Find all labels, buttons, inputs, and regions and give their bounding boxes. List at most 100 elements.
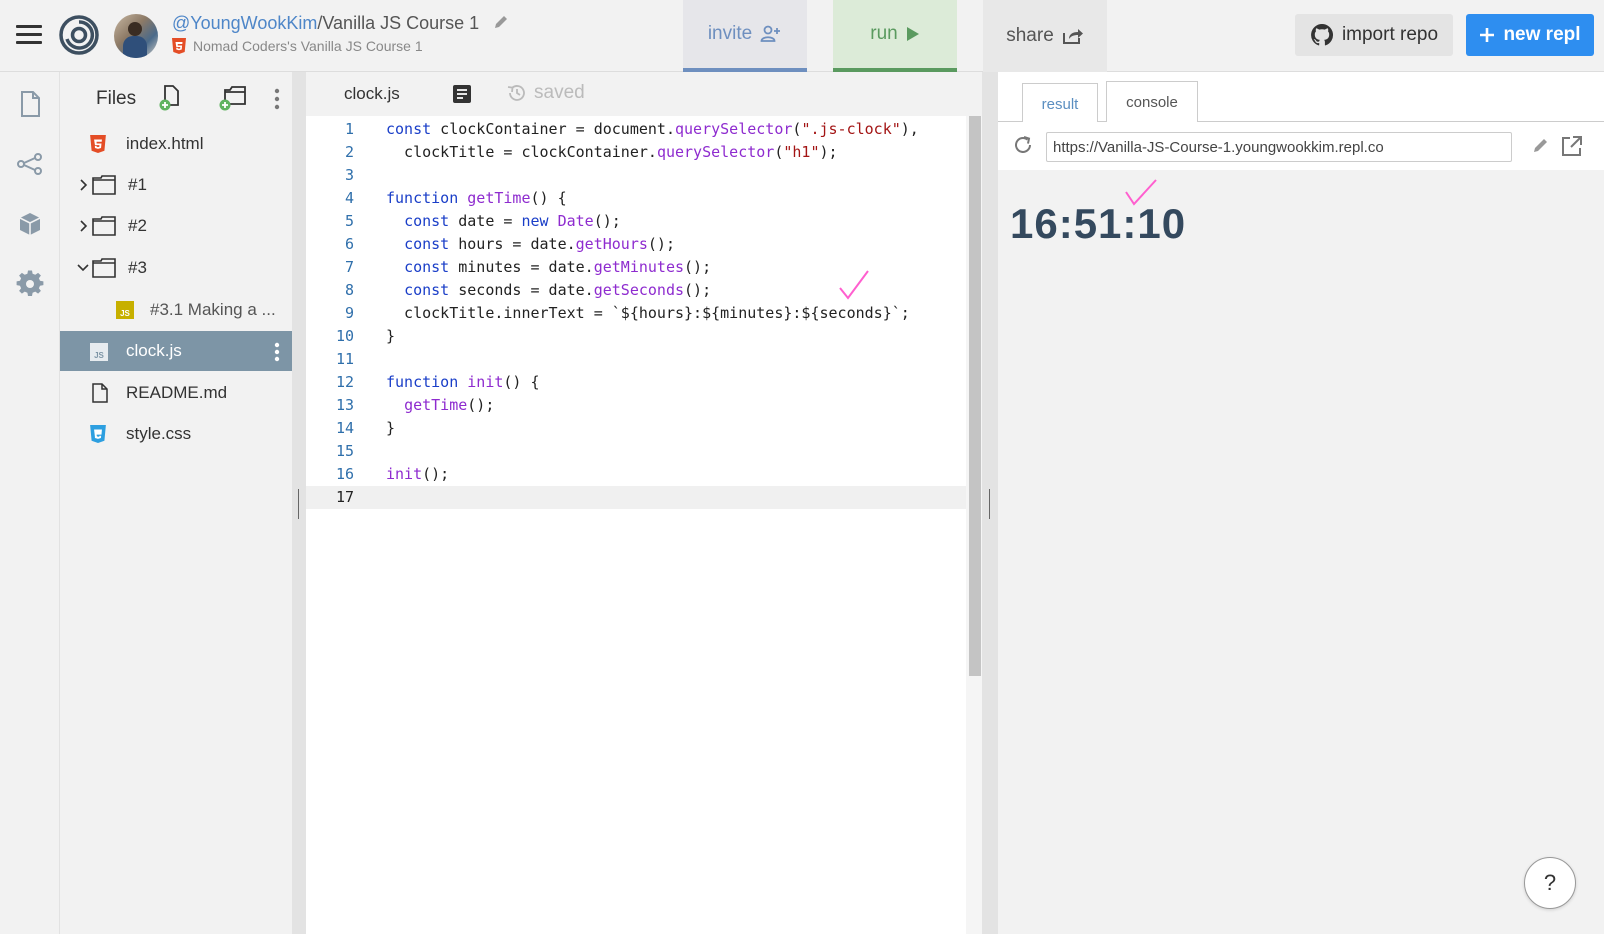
tab-result[interactable]: result: [1022, 83, 1098, 124]
code-token: seconds = date.: [449, 281, 594, 299]
code-token: querySelector: [656, 143, 775, 161]
line-content: }: [386, 417, 395, 440]
refresh-icon[interactable]: [1012, 134, 1034, 156]
line-content: const hours = date.getHours();: [386, 233, 675, 256]
code-line[interactable]: 4 function getTime() {: [306, 187, 966, 210]
repl-logo-icon[interactable]: [58, 14, 100, 56]
code-line[interactable]: 9 clockTitle.innerText = `${hours}:${min…: [306, 302, 966, 325]
more-vertical-icon[interactable]: [274, 342, 280, 362]
result-pane: result console 16:51:10 ?: [998, 72, 1604, 934]
edit-pencil-icon[interactable]: [492, 13, 510, 31]
chevron-right-icon[interactable]: [80, 220, 88, 232]
code-token: getTime: [404, 396, 468, 414]
share-network-icon[interactable]: [16, 150, 44, 178]
line-content: function getTime() {: [386, 187, 567, 210]
code-line[interactable]: 13 getTime();: [306, 394, 966, 417]
open-external-icon[interactable]: [1560, 134, 1584, 158]
panel-resize-handle-right[interactable]: [982, 72, 998, 934]
new-repl-button[interactable]: new repl: [1466, 14, 1594, 56]
line-number: 10: [335, 327, 354, 345]
repl-name[interactable]: Vanilla JS Course 1: [322, 13, 479, 33]
checkmark-annotation-icon: [839, 270, 869, 300]
add-folder-icon[interactable]: [218, 84, 250, 112]
line-number: 2: [344, 143, 354, 161]
edit-pencil-icon[interactable]: [1532, 136, 1550, 154]
code-line[interactable]: 5 const date = new Date();: [306, 210, 966, 233]
more-vertical-icon[interactable]: [274, 88, 280, 110]
file-item-style-css[interactable]: style.css: [60, 414, 292, 454]
files-header: Files: [60, 72, 292, 126]
chevron-down-icon[interactable]: [77, 264, 89, 272]
settings-gear-icon[interactable]: [16, 270, 44, 298]
code-token: }: [386, 327, 396, 345]
code-line[interactable]: 15: [306, 440, 966, 463]
help-button[interactable]: ?: [1524, 857, 1576, 909]
hamburger-menu-icon[interactable]: [16, 25, 42, 45]
code-line[interactable]: 2 clockTitle = clockContainer.querySelec…: [306, 141, 966, 164]
folder-item-3[interactable]: #3: [60, 248, 292, 288]
code-line[interactable]: 1 const clockContainer = document.querySe…: [306, 118, 966, 141]
line-content: const seconds = date.getSeconds();: [386, 279, 711, 302]
files-title: Files: [96, 88, 137, 109]
editor-scrollbar[interactable]: [966, 116, 982, 934]
tab-result-label: result: [1041, 95, 1079, 113]
code-token: ();: [422, 465, 450, 483]
code-line[interactable]: 3: [306, 164, 966, 187]
code-line[interactable]: 11: [306, 348, 966, 371]
url-input[interactable]: [1046, 132, 1512, 162]
line-content: init();: [386, 463, 449, 486]
left-icon-rail: [0, 72, 60, 934]
code-line[interactable]: 6 const hours = date.getHours();: [306, 233, 966, 256]
code-token: }: [386, 419, 396, 437]
share-export-icon: [1062, 29, 1083, 44]
url-bar: [998, 122, 1604, 170]
line-number: 9: [344, 304, 354, 322]
tab-console[interactable]: console: [1106, 81, 1198, 122]
panel-resize-handle-left[interactable]: [292, 72, 306, 934]
line-number: 4: [344, 189, 354, 207]
css3-icon: [90, 425, 106, 443]
editor-tab-label: clock.js: [344, 84, 400, 103]
code-line[interactable]: 16 init();: [306, 463, 966, 486]
top-bar: @YoungWookKim/Vanilla JS Course 1 Nomad …: [0, 0, 1604, 72]
file-icon[interactable]: [16, 90, 44, 118]
document-lines-icon[interactable]: [452, 84, 472, 104]
code-line[interactable]: 14}: [306, 417, 966, 440]
code-token: const: [386, 120, 432, 138]
code-token: ();: [467, 396, 495, 414]
folder-item-2[interactable]: #2: [60, 206, 292, 246]
repl-owner-link[interactable]: @YoungWookKim: [172, 13, 317, 33]
file-label: clock.js: [126, 341, 182, 360]
repl-subtitle-text: Nomad Coders's Vanilla JS Course 1: [193, 38, 423, 54]
file-item-index-html[interactable]: index.html: [60, 124, 292, 164]
import-repo-button[interactable]: import repo: [1295, 14, 1453, 56]
line-number: 7: [344, 258, 354, 276]
repl-subtitle: Nomad Coders's Vanilla JS Course 1: [172, 38, 423, 54]
js-file-icon: JS: [116, 301, 134, 319]
code-area[interactable]: 1 const clockContainer = document.querySe…: [306, 116, 966, 934]
file-item-readme[interactable]: README.md: [60, 373, 292, 413]
code-line[interactable]: 10}: [306, 325, 966, 348]
code-line[interactable]: 17: [306, 486, 966, 509]
package-icon[interactable]: [16, 210, 44, 238]
code-editor: clock.js saved 1 const clockContainer = d…: [306, 72, 982, 934]
add-file-icon[interactable]: [158, 84, 184, 112]
help-label: ?: [1543, 870, 1557, 895]
run-button[interactable]: run: [833, 0, 957, 72]
file-item-3-1[interactable]: JS #3.1 Making a ...: [60, 290, 292, 330]
line-number: 8: [344, 281, 354, 299]
files-panel: Files index.html #1 #2 #3 JS #3.1 Making…: [60, 72, 292, 934]
folder-item-1[interactable]: #1: [60, 165, 292, 205]
chevron-right-icon[interactable]: [80, 179, 88, 191]
share-button[interactable]: share: [983, 0, 1107, 72]
user-avatar[interactable]: [114, 14, 158, 58]
code-line[interactable]: 12 function init() {: [306, 371, 966, 394]
file-item-clock-js[interactable]: JS clock.js: [60, 331, 292, 371]
run-label: run: [870, 23, 898, 44]
editor-tab-clock-js[interactable]: clock.js: [306, 72, 440, 116]
play-icon: [906, 27, 919, 41]
invite-button[interactable]: invite: [683, 0, 807, 72]
